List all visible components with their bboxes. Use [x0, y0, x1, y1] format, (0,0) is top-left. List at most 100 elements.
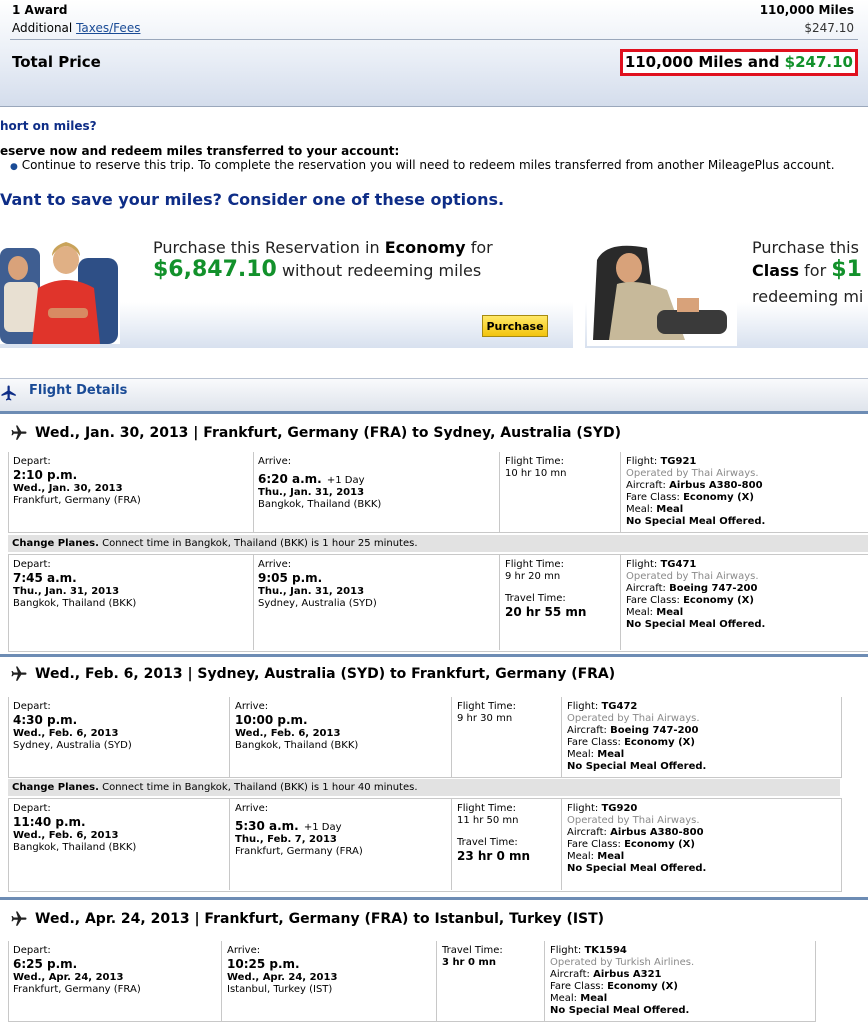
promo-text-without: without redeeming miles — [281, 261, 482, 280]
segment-box — [8, 697, 842, 778]
promo-business-line3: redeeming mi — [752, 287, 864, 306]
airplane-icon — [0, 384, 18, 402]
arrive-city: Istanbul, Turkey (IST) — [227, 984, 333, 995]
total-price-label: Total Price — [12, 53, 101, 71]
aircraft-label: Aircraft: — [550, 969, 590, 980]
arrive-time: 5:30 a.m. — [235, 819, 299, 833]
special-meal: No Special Meal Offered. — [626, 516, 766, 527]
meal: Meal — [656, 607, 684, 618]
depart-cell: Depart: 6:25 p.m. Wed., Apr. 24, 2013 Fr… — [13, 945, 141, 996]
travel-time-label: Travel Time: — [457, 837, 518, 848]
arrive-cell: Arrive: 10:25 p.m. Wed., Apr. 24, 2013 I… — [227, 945, 337, 996]
column-divider — [451, 697, 452, 777]
flight-time-value: 11 hr 50 mn — [457, 815, 519, 826]
economy-price: $6,847.10 — [153, 257, 277, 282]
flight-number: TG920 — [601, 803, 638, 814]
column-divider — [499, 452, 500, 532]
flight-label: Flight: — [567, 701, 599, 712]
business-price: $1 — [831, 257, 862, 282]
depart-date: Wed., Feb. 6, 2013 — [13, 728, 119, 739]
total-miles: 110,000 Miles and — [624, 53, 780, 71]
flight-time-label: Flight Time: — [457, 803, 516, 814]
award-label: 1 Award — [12, 3, 68, 17]
depart-city: Frankfurt, Germany (FRA) — [13, 495, 141, 506]
fare-class: Economy (X) — [624, 737, 695, 748]
operated-by: Operated by Thai Airways. — [567, 713, 700, 724]
depart-date: Wed., Feb. 6, 2013 — [13, 830, 119, 841]
divider — [10, 39, 858, 40]
meal: Meal — [597, 851, 625, 862]
flight-details-header[interactable] — [0, 378, 868, 414]
flight-details-title[interactable]: Flight Details — [29, 383, 127, 398]
arrive-cell: Arrive: 10:00 p.m. Wed., Feb. 6, 2013 Ba… — [235, 701, 358, 752]
aircraft: Boeing 747-200 — [610, 725, 699, 736]
purchase-button[interactable]: Purchase — [482, 315, 548, 337]
taxes-fees-link[interactable]: Taxes/Fees — [76, 21, 140, 35]
connect-time: Connect time in Bangkok, Thailand (BKK) … — [102, 538, 418, 549]
depart-time: 11:40 p.m. — [13, 815, 86, 829]
taxes-value: $247.10 — [804, 21, 854, 35]
change-planes-label: Change Planes. — [12, 782, 99, 793]
column-divider — [620, 554, 621, 650]
meal: Meal — [656, 504, 684, 515]
depart-cell: Depart: 2:10 p.m. Wed., Jan. 30, 2013 Fr… — [13, 456, 141, 507]
depart-city: Sydney, Australia (SYD) — [13, 740, 132, 751]
operated-by: Operated by Thai Airways. — [626, 571, 759, 582]
aircraft-label: Aircraft: — [567, 827, 607, 838]
arrive-cell: Arrive: 9:05 p.m. Thu., Jan. 31, 2013 Sy… — [258, 559, 377, 610]
meal-label: Meal: — [626, 607, 654, 618]
change-planes-bar: Change Planes. Connect time in Bangkok, … — [8, 535, 868, 552]
depart-date: Thu., Jan. 31, 2013 — [13, 586, 120, 597]
column-divider — [561, 697, 562, 777]
depart-label: Depart: — [13, 803, 51, 814]
leg-title: Wed., Jan. 30, 2013 | Frankfurt, Germany… — [35, 425, 622, 441]
leg-title: Wed., Apr. 24, 2013 | Frankfurt, Germany… — [35, 911, 605, 927]
flight-time-value: 9 hr 20 mn — [505, 571, 561, 582]
flight-time-cell: Flight Time: 9 hr 20 mn Travel Time: 20 … — [505, 559, 586, 620]
plane-icon — [10, 424, 28, 442]
flight-label: Flight: — [567, 803, 599, 814]
travel-time-value: 20 hr 55 mn — [505, 605, 587, 619]
column-divider — [620, 452, 621, 532]
column-divider — [253, 554, 254, 650]
flight-time-cell: Flight Time: 10 hr 10 mn — [505, 456, 567, 480]
flight-time-label: Flight Time: — [457, 701, 516, 712]
flight-time-cell: Flight Time: 11 hr 50 mn Travel Time: 23… — [457, 803, 530, 864]
depart-city: Bangkok, Thailand (BKK) — [13, 842, 137, 853]
arrive-cell: Arrive: 6:20 a.m. +1 Day Thu., Jan. 31, … — [258, 456, 381, 511]
flight-info-cell: Flight: TG472 Operated by Thai Airways. … — [567, 701, 706, 773]
flight-time-value: 10 hr 10 mn — [505, 468, 567, 479]
short-on-miles-link[interactable]: hort on miles? — [0, 119, 97, 133]
arrive-label: Arrive: — [227, 945, 261, 956]
arrive-date: Thu., Jan. 31, 2013 — [258, 586, 365, 597]
operated-by: Operated by Thai Airways. — [567, 815, 700, 826]
column-divider — [451, 798, 452, 890]
flight-info-cell: Flight: TG921 Operated by Thai Airways. … — [626, 456, 765, 528]
meal-label: Meal: — [567, 851, 595, 862]
passengers-photo — [0, 228, 120, 344]
arrive-time: 10:25 p.m. — [227, 957, 300, 971]
special-meal: No Special Meal Offered. — [567, 863, 707, 874]
leg-divider — [0, 897, 868, 900]
flight-info-cell: Flight: TG471 Operated by Thai Airways. … — [626, 559, 765, 631]
depart-cell: Depart: 4:30 p.m. Wed., Feb. 6, 2013 Syd… — [13, 701, 132, 752]
flight-time-cell: Flight Time: 9 hr 30 mn — [457, 701, 516, 725]
change-planes-label: Change Planes. — [12, 538, 99, 549]
travel-time-value: 3 hr 0 mn — [442, 957, 496, 968]
taxes-prefix: Additional — [12, 21, 73, 35]
arrive-label: Arrive: — [258, 559, 292, 570]
depart-time: 2:10 p.m. — [13, 468, 78, 482]
bullet-icon: ● — [10, 162, 18, 172]
meal: Meal — [580, 993, 608, 1004]
fare-label: Fare Class: — [567, 737, 621, 748]
depart-time: 4:30 p.m. — [13, 713, 78, 727]
depart-date: Wed., Jan. 30, 2013 — [13, 483, 123, 494]
fare-label: Fare Class: — [567, 839, 621, 850]
flight-number: TG472 — [601, 701, 638, 712]
depart-label: Depart: — [13, 456, 51, 467]
aircraft: Airbus A380-800 — [610, 827, 704, 838]
depart-label: Depart: — [13, 559, 51, 570]
flight-number: TG921 — [660, 456, 697, 467]
plus-day: +1 Day — [303, 822, 342, 833]
arrive-date: Wed., Apr. 24, 2013 — [227, 972, 338, 983]
